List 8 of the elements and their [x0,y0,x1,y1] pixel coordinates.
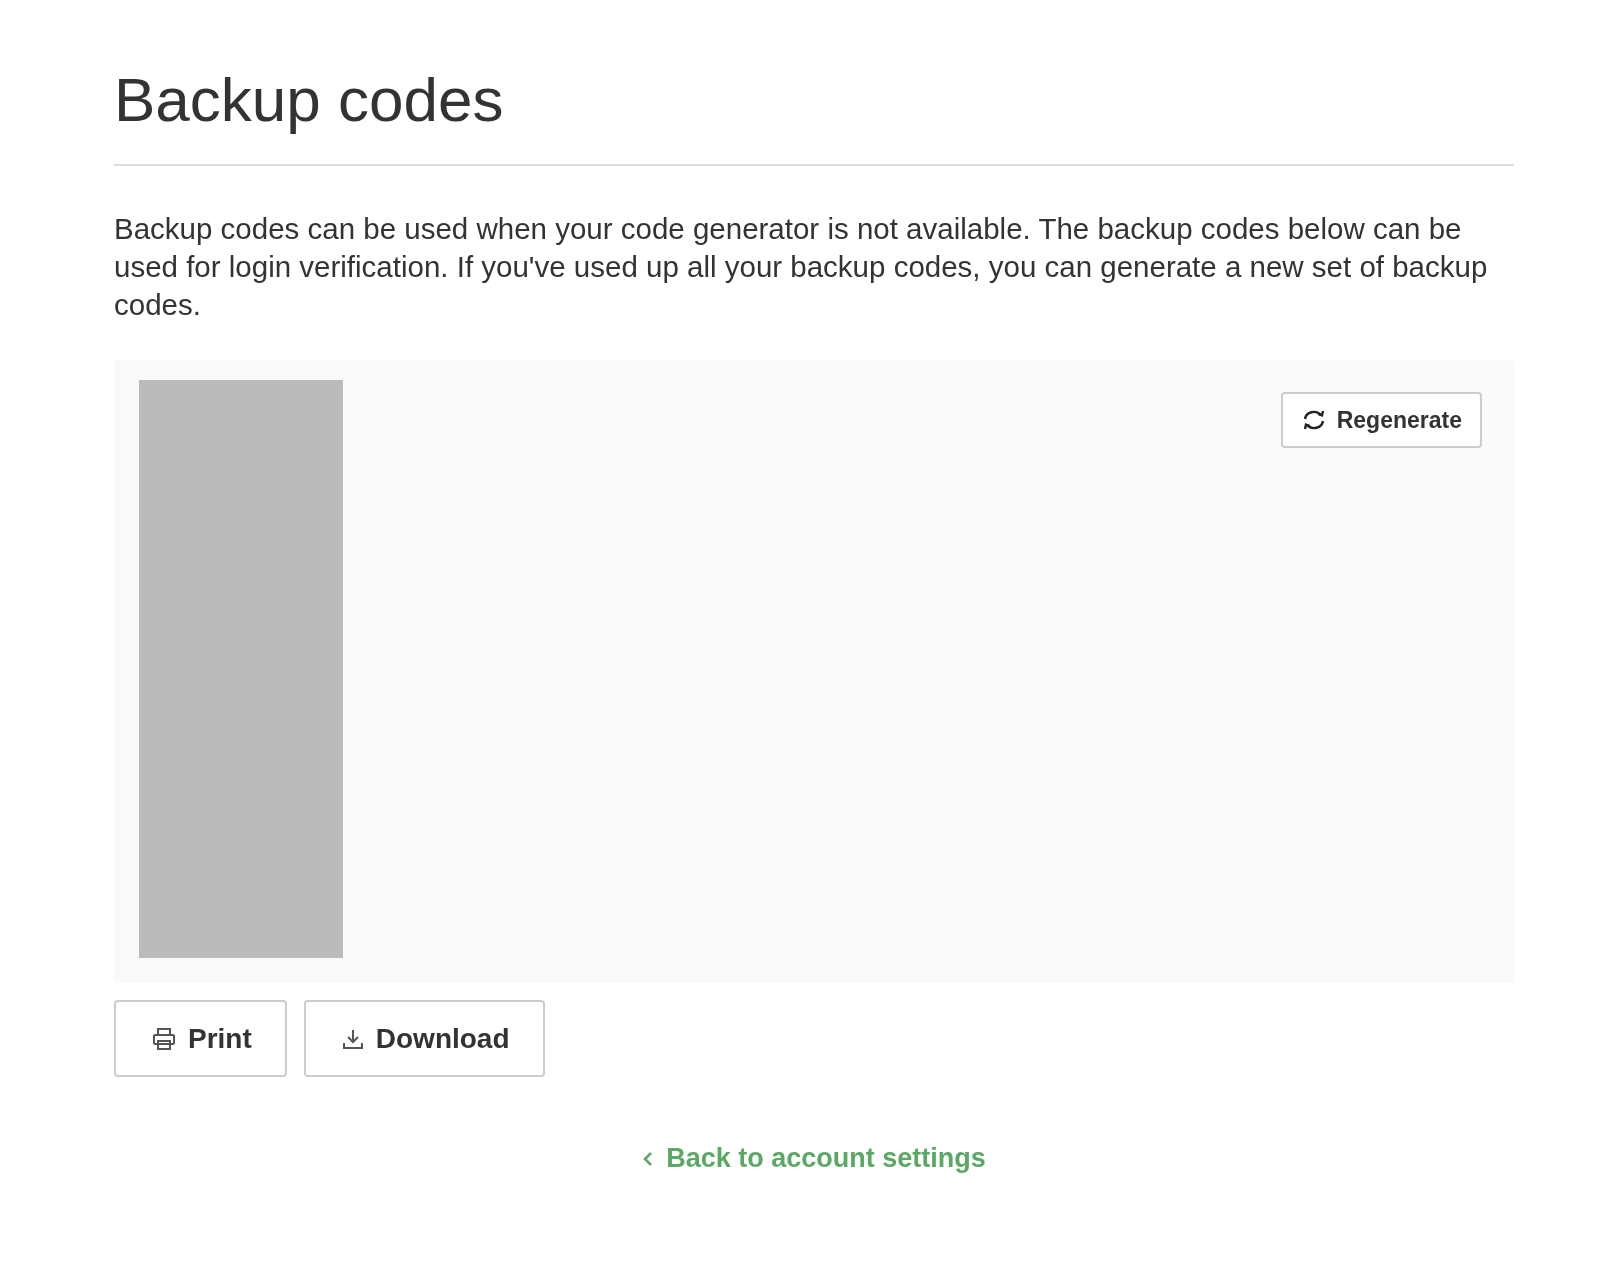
download-button[interactable]: Download [303,1000,545,1077]
chevron-left-icon [642,1149,655,1168]
description-text: Backup codes can be used when your code generator is not available. The backup codes below can be used for login verification. If you've used up all your backup codes, you can generate a new set of backup codes. [114,211,1489,323]
download-icon [341,1027,364,1050]
regenerate-button[interactable]: Regenerate [1280,392,1482,448]
page-title: Backup codes [114,64,505,136]
printer-icon [152,1026,176,1051]
print-button[interactable]: Print [114,1000,287,1077]
